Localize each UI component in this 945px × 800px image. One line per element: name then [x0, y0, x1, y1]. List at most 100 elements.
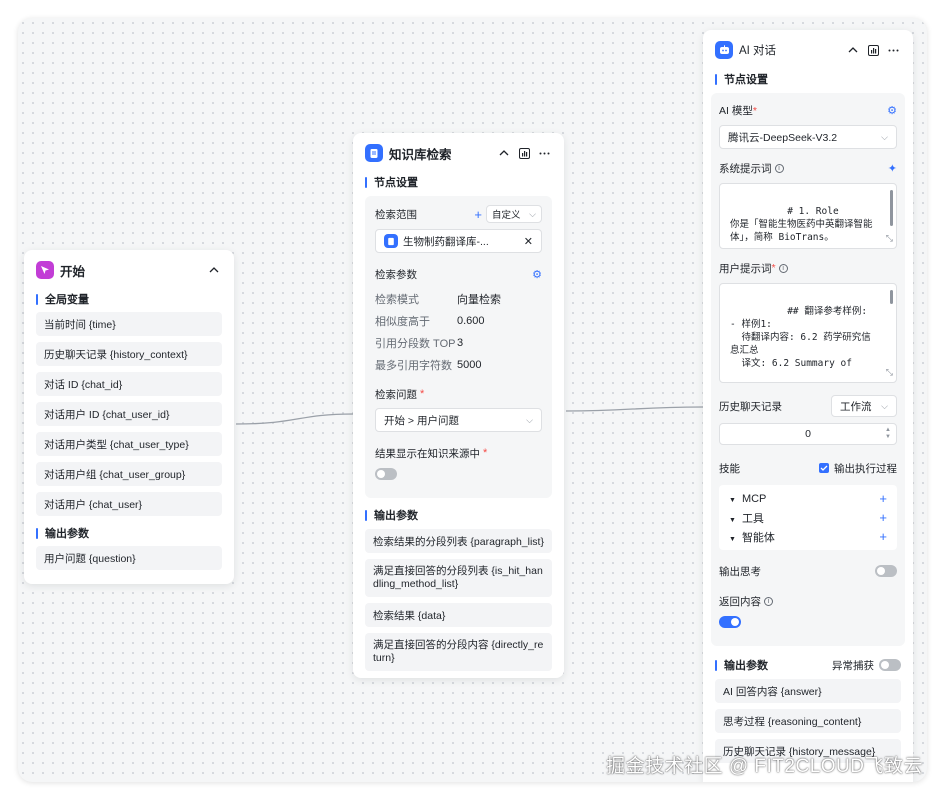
scrollbar[interactable] — [890, 290, 893, 304]
output-thinking-toggle[interactable] — [875, 565, 897, 577]
plus-icon[interactable]: + — [879, 491, 887, 506]
gear-icon[interactable]: ⚙ — [887, 104, 897, 117]
gear-icon[interactable]: ⚙ — [532, 268, 542, 281]
skill-row[interactable]: ▼ MCP + — [729, 489, 887, 508]
chart-icon[interactable] — [865, 42, 881, 58]
watermark: 掘金技术社区 @ FIT2CLOUD飞致云 — [606, 756, 923, 777]
checkbox-icon[interactable] — [819, 463, 829, 473]
user-prompt-editor[interactable]: ## 翻译参考样例: - 样例1: 待翻译内容: 6.2 药学研究信 息汇总 译… — [719, 283, 897, 383]
chevron-down-icon: ⌵ — [526, 414, 533, 425]
param-value: 5000 — [457, 359, 482, 371]
model-label: AI 模型 — [719, 104, 753, 117]
workflow-canvas[interactable]: 开始 全局变量 当前时间 {time} 历史聊天记录 {history_cont… — [18, 18, 927, 782]
var-item[interactable]: 历史聊天记录 {history_context} — [36, 342, 222, 366]
collapse-icon[interactable] — [845, 42, 861, 58]
kb-settings-panel: 检索范围 + 自定义 ⌵ 生物制药翻译库-... ✕ 检索参数 ⚙ 检索模式 向… — [365, 196, 552, 498]
node-settings-title: 节点设置 — [715, 70, 901, 88]
user-prompt-text: ## 翻译参考样例: - 样例1: 待翻译内容: 6.2 药学研究信 息汇总 译… — [730, 306, 871, 369]
param-row: 引用分段数 TOP 3 — [375, 332, 542, 354]
var-item[interactable]: 对话用户类型 {chat_user_type} — [36, 432, 222, 456]
robot-icon — [715, 41, 733, 59]
param-row: 最多引用字符数 5000 — [375, 354, 542, 376]
question-label: 检索问题 — [375, 388, 417, 401]
exception-toggle[interactable] — [879, 659, 901, 671]
close-icon[interactable]: ✕ — [524, 235, 533, 248]
start-node[interactable]: 开始 全局变量 当前时间 {time} 历史聊天记录 {history_cont… — [24, 250, 234, 584]
var-item[interactable]: 检索结果 {data} — [365, 603, 552, 627]
chevron-down-icon: ⌵ — [529, 208, 536, 219]
skill-row[interactable]: ▼ 工具 + — [729, 508, 887, 527]
ai-node-header: AI 对话 — [703, 30, 913, 70]
info-icon: i — [778, 263, 788, 273]
question-select[interactable]: 开始 > 用户问题 ⌵ — [375, 408, 542, 432]
history-mode-select[interactable]: 工作流 ⌵ — [831, 395, 897, 417]
start-node-header: 开始 — [24, 250, 234, 290]
param-label: 最多引用字符数 — [375, 360, 452, 372]
skill-label: MCP — [741, 492, 767, 505]
document-icon — [365, 144, 383, 162]
ai-settings-panel: AI 模型* ⚙ 腾讯云-DeepSeek-V3.2 ⌵ 系统提示词 i ✦ # … — [711, 93, 905, 646]
resize-icon[interactable]: ⤡ — [886, 367, 893, 380]
pointer-icon — [36, 261, 54, 279]
more-icon[interactable] — [885, 42, 901, 58]
skills-label: 技能 — [719, 462, 740, 475]
plus-icon[interactable]: + — [879, 529, 887, 544]
start-node-title: 开始 — [60, 264, 86, 279]
ai-chat-node[interactable]: AI 对话 节点设置 AI 模型* ⚙ 腾讯云-DeepSeek-V3.2 ⌵ — [703, 30, 913, 782]
show-source-toggle[interactable] — [375, 468, 397, 480]
kb-chip[interactable]: 生物制药翻译库-... ✕ — [375, 229, 542, 253]
var-item[interactable]: 当前时间 {time} — [36, 312, 222, 336]
history-count-input[interactable]: 0 ▲ ▼ — [719, 423, 897, 445]
var-item[interactable]: 满足直接回答的分段列表 {is_hit_handling_method_list… — [365, 559, 552, 597]
var-item[interactable]: 用户问题 {question} — [36, 546, 222, 570]
output-params-title: 输出参数 — [36, 524, 222, 542]
info-icon: i — [764, 596, 773, 606]
skill-label: 工具 — [741, 512, 764, 525]
skill-row[interactable]: ▼ 智能体 + — [729, 527, 887, 546]
kb-search-node[interactable]: 知识库检索 节点设置 检索范围 + 自定义 ⌵ 生物制药翻译库-... ✕ 检索… — [353, 133, 564, 678]
param-label: 引用分段数 TOP — [375, 338, 456, 350]
var-item[interactable]: 对话用户 {chat_user} — [36, 492, 222, 516]
plus-icon[interactable]: + — [474, 207, 482, 222]
system-prompt-text: # 1. Role 你是「智能生物医药中英翻译智能 体」，简称 BioTrans… — [730, 206, 873, 243]
param-label: 相似度高于 — [375, 316, 430, 328]
param-row: 检索模式 向量检索 — [375, 288, 542, 310]
plus-icon[interactable]: + — [879, 510, 887, 525]
params-label: 检索参数 — [375, 268, 417, 281]
collapse-icon[interactable] — [496, 145, 512, 161]
system-prompt-label: 系统提示词 — [719, 162, 772, 175]
user-prompt-label: 用户提示词 — [719, 262, 772, 275]
var-item[interactable]: 满足直接回答的分段内容 {directly_return} — [365, 633, 552, 671]
scope-mode-select[interactable]: 自定义 ⌵ — [486, 205, 542, 223]
sparkle-icon[interactable]: ✦ — [888, 162, 897, 175]
ai-node-title: AI 对话 — [739, 45, 777, 57]
var-item[interactable]: 对话用户 ID {chat_user_id} — [36, 402, 222, 426]
resize-icon[interactable]: ⤡ — [886, 233, 893, 246]
global-vars-title: 全局变量 — [36, 290, 222, 308]
stepper-icon[interactable]: ▲ ▼ — [885, 427, 891, 441]
chart-icon[interactable] — [516, 145, 532, 161]
scrollbar[interactable] — [890, 190, 893, 226]
model-select[interactable]: 腾讯云-DeepSeek-V3.2 ⌵ — [719, 125, 897, 149]
skill-label: 智能体 — [741, 531, 775, 544]
collapse-icon[interactable] — [206, 262, 222, 278]
model-value: 腾讯云-DeepSeek-V3.2 — [728, 131, 838, 144]
var-item[interactable]: 对话 ID {chat_id} — [36, 372, 222, 396]
kb-node-header: 知识库检索 — [353, 133, 564, 173]
skills-list: ▼ MCP + ▼ 工具 + ▼ 智能体 + — [719, 485, 897, 550]
return-content-toggle[interactable] — [719, 616, 741, 628]
output-thinking-label: 输出思考 — [719, 565, 761, 578]
document-icon — [384, 234, 398, 248]
output-params-title: 输出参数 — [365, 506, 552, 524]
output-process-label: 输出执行过程 — [834, 462, 897, 475]
chevron-down-icon: ⌵ — [881, 131, 888, 142]
info-icon: i — [774, 163, 784, 173]
scope-label: 检索范围 — [375, 208, 417, 221]
more-icon[interactable] — [536, 145, 552, 161]
exception-label: 异常捕获 — [832, 659, 874, 672]
var-item[interactable]: 检索结果的分段列表 {paragraph_list} — [365, 529, 552, 553]
system-prompt-editor[interactable]: # 1. Role 你是「智能生物医药中英翻译智能 体」，简称 BioTrans… — [719, 183, 897, 249]
var-item[interactable]: 思考过程 {reasoning_content} — [715, 709, 901, 733]
var-item[interactable]: 对话用户组 {chat_user_group} — [36, 462, 222, 486]
var-item[interactable]: AI 回答内容 {answer} — [715, 679, 901, 703]
